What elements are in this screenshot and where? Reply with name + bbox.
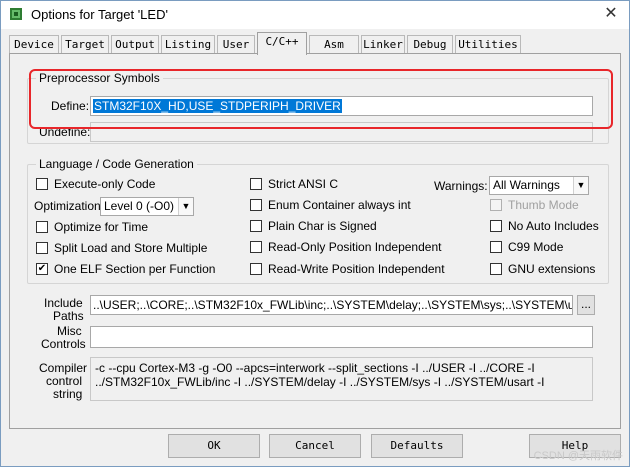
close-icon: ✕: [604, 5, 618, 22]
enum-container-checkbox[interactable]: [250, 199, 262, 211]
ro-position-checkbox[interactable]: [250, 241, 262, 253]
include-label-line-2: Paths: [53, 309, 84, 323]
rw-position-checkbox[interactable]: [250, 263, 262, 275]
ro-position-option[interactable]: Read-Only Position Independent: [250, 239, 441, 255]
gnu-extensions-checkbox[interactable]: [490, 263, 502, 275]
ro-position-label: Read-Only Position Independent: [268, 240, 442, 254]
one-elf-option[interactable]: ✔ One ELF Section per Function: [36, 261, 236, 277]
optimization-select[interactable]: Level 0 (-O0) ▼: [100, 197, 194, 216]
no-auto-includes-option[interactable]: No Auto Includes: [490, 218, 600, 234]
warnings-label: Warnings:: [434, 179, 488, 193]
tab-debug[interactable]: Debug: [407, 35, 453, 54]
thumb-mode-checkbox: [490, 199, 502, 211]
plain-char-checkbox[interactable]: [250, 220, 262, 232]
chevron-down-icon: ▼: [573, 177, 588, 194]
c99-mode-checkbox[interactable]: [490, 241, 502, 253]
tab-asm[interactable]: Asm: [309, 35, 359, 54]
thumb-mode-label: Thumb Mode: [508, 198, 579, 212]
one-elf-checkbox[interactable]: ✔: [36, 263, 48, 275]
keil-app-icon: [10, 8, 22, 20]
optimize-time-option[interactable]: Optimize for Time: [36, 219, 236, 235]
defaults-button[interactable]: Defaults: [371, 434, 463, 458]
misc-label-line-1: Misc: [57, 324, 82, 338]
tab-strip: Device Target Output Listing User C/C++ …: [9, 32, 621, 55]
no-auto-includes-checkbox[interactable]: [490, 220, 502, 232]
options-dialog: Options for Target 'LED' ✕ Device Target…: [0, 0, 630, 467]
optimization-label: Optimization:: [34, 199, 105, 213]
compiler-label-line-1: Compiler: [39, 361, 88, 375]
strict-ansi-option[interactable]: Strict ANSI C: [250, 176, 420, 192]
tab-utilities[interactable]: Utilities: [455, 35, 521, 54]
c99-mode-option[interactable]: C99 Mode: [490, 239, 600, 255]
misc-label-line-2: Controls: [41, 337, 86, 351]
enum-container-label: Enum Container always int: [268, 198, 411, 212]
execute-only-checkbox[interactable]: [36, 178, 48, 190]
optimization-value: Level 0 (-O0): [104, 199, 175, 213]
undefine-label: Undefine:: [39, 125, 91, 139]
compiler-string-line-1: -c --cpu Cortex-M3 -g -O0 --apcs=interwo…: [95, 361, 535, 375]
compiler-label-line-2: control: [46, 374, 83, 388]
cancel-button[interactable]: Cancel: [269, 434, 361, 458]
tab-output[interactable]: Output: [111, 35, 159, 54]
plain-char-label: Plain Char is Signed: [268, 219, 377, 233]
strict-ansi-label: Strict ANSI C: [268, 177, 339, 191]
title-bar: Options for Target 'LED' ✕: [1, 1, 629, 29]
one-elf-label: One ELF Section per Function: [54, 262, 216, 276]
execute-only-option[interactable]: Execute-only Code: [36, 176, 236, 192]
tab-device[interactable]: Device: [9, 35, 59, 54]
tab-c-cpp[interactable]: C/C++: [257, 32, 307, 55]
rw-position-option[interactable]: Read-Write Position Independent: [250, 261, 445, 277]
warnings-select[interactable]: All Warnings ▼: [489, 176, 589, 195]
chevron-down-icon: ▼: [178, 198, 193, 215]
tab-target[interactable]: Target: [61, 35, 109, 54]
split-load-option[interactable]: Split Load and Store Multiple: [36, 240, 236, 256]
undefine-input[interactable]: [90, 122, 593, 142]
split-load-label: Split Load and Store Multiple: [54, 241, 208, 255]
thumb-mode-option: Thumb Mode: [490, 197, 600, 213]
tab-listing[interactable]: Listing: [161, 35, 215, 54]
warnings-value: All Warnings: [493, 178, 560, 192]
define-input[interactable]: STM32F10X_HD,USE_STDPERIPH_DRIVER: [90, 96, 593, 116]
close-button[interactable]: ✕: [599, 3, 623, 25]
optimize-time-checkbox[interactable]: [36, 221, 48, 233]
optimize-time-label: Optimize for Time: [54, 220, 149, 234]
misc-controls-input[interactable]: [90, 326, 593, 348]
ok-button[interactable]: OK: [168, 434, 260, 458]
window-title: Options for Target 'LED': [31, 7, 168, 22]
no-auto-includes-label: No Auto Includes: [508, 219, 599, 233]
language-group-title: Language / Code Generation: [36, 157, 197, 171]
execute-only-label: Execute-only Code: [54, 177, 156, 191]
gnu-extensions-option[interactable]: GNU extensions: [490, 261, 600, 277]
preprocessor-group-title: Preprocessor Symbols: [36, 71, 163, 85]
tab-user[interactable]: User: [217, 35, 255, 54]
tab-linker[interactable]: Linker: [361, 35, 405, 54]
define-label: Define:: [51, 99, 90, 113]
compiler-label-line-3: string: [53, 387, 83, 401]
enum-container-option[interactable]: Enum Container always int: [250, 197, 420, 213]
include-label-line-1: Include: [44, 296, 83, 310]
browse-include-button[interactable]: ...: [577, 295, 595, 315]
rw-position-label: Read-Write Position Independent: [268, 262, 445, 276]
split-load-checkbox[interactable]: [36, 242, 48, 254]
define-value: STM32F10X_HD,USE_STDPERIPH_DRIVER: [93, 99, 342, 113]
watermark-text: CSDN @天雨软件: [533, 450, 623, 462]
plain-char-option[interactable]: Plain Char is Signed: [250, 218, 420, 234]
gnu-extensions-label: GNU extensions: [508, 262, 596, 276]
compiler-string-line-2: ../STM32F10x_FWLib/inc -I ../SYSTEM/dela…: [95, 375, 545, 389]
compiler-control-string[interactable]: -c --cpu Cortex-M3 -g -O0 --apcs=interwo…: [90, 357, 593, 401]
c99-mode-label: C99 Mode: [508, 240, 564, 254]
strict-ansi-checkbox[interactable]: [250, 178, 262, 190]
include-paths-input[interactable]: ..\USER;..\CORE;..\STM32F10x_FWLib\inc;.…: [90, 295, 573, 315]
